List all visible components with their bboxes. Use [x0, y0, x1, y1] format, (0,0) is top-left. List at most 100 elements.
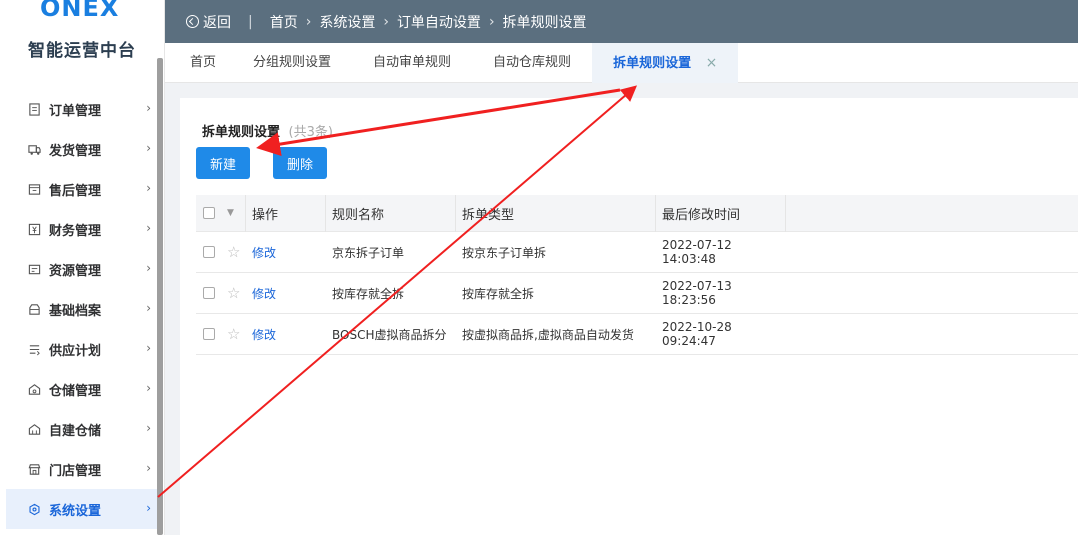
tab-auto-review[interactable]: 自动审单规则 — [352, 43, 472, 83]
sidebar-item-label: 门店管理 — [49, 463, 102, 479]
new-button[interactable]: 新建 — [196, 147, 250, 179]
sidebar-item-finance[interactable]: 财务管理 › — [0, 209, 157, 249]
sidebar-item-self-warehouse[interactable]: 自建仓储 › — [0, 409, 157, 449]
row-select: ☆ — [196, 327, 246, 342]
table-row: ☆ 修改 按库存就全拆 按库存就全拆 2022-07-13 18:23:56 — [196, 273, 1078, 314]
rules-table: ▼ 操作 规则名称 拆单类型 最后修改时间 ☆ 修改 京东拆子订单 按京东子订单… — [196, 194, 1078, 355]
row-time: 2022-10-28 09:24:47 — [662, 320, 732, 348]
row-name: 京东拆子订单 — [332, 245, 405, 260]
delete-button[interactable]: 删除 — [273, 147, 327, 179]
row-time: 2022-07-12 14:03:48 — [662, 238, 732, 266]
resource-icon — [27, 262, 42, 277]
after-sale-icon — [27, 182, 42, 197]
sidebar-item-label: 基础档案 — [49, 303, 102, 319]
row-op: 修改 — [246, 285, 326, 302]
tab-bar: 首页 分组规则设置 自动审单规则 自动仓库规则 拆单规则设置 × — [165, 42, 1078, 83]
header-op: 操作 — [246, 194, 326, 232]
table-row: ☆ 修改 BOSCH虚拟商品拆分 按虚拟商品拆,虚拟商品自动发货 2022-10… — [196, 314, 1078, 355]
row-type: 按京东子订单拆 — [462, 245, 547, 260]
edit-link[interactable]: 修改 — [252, 246, 276, 260]
sidebar-item-shipping[interactable]: 发货管理 › — [0, 129, 157, 169]
sidebar-item-label: 系统设置 — [49, 503, 102, 519]
row-op: 修改 — [246, 326, 326, 343]
star-icon[interactable]: ☆ — [227, 245, 240, 260]
sidebar-item-label: 售后管理 — [49, 183, 102, 199]
document-icon — [27, 102, 42, 117]
chevron-right-icon: › — [146, 181, 151, 195]
sidebar-item-warehouse[interactable]: 仓储管理 › — [0, 369, 157, 409]
self-warehouse-icon — [27, 422, 42, 437]
row-name: 按库存就全拆 — [332, 286, 405, 301]
chevron-right-icon: › — [146, 341, 151, 355]
sidebar-item-resource[interactable]: 资源管理 › — [0, 249, 157, 289]
chevron-right-icon: › — [146, 501, 151, 515]
finance-icon — [27, 222, 42, 237]
row-checkbox[interactable] — [203, 328, 215, 340]
breadcrumb-system-settings[interactable]: 系统设置 — [319, 12, 375, 32]
edit-link[interactable]: 修改 — [252, 287, 276, 301]
sidebar-item-label: 自建仓储 — [49, 423, 102, 439]
star-icon[interactable]: ☆ — [227, 286, 240, 301]
sidebar-item-store[interactable]: 门店管理 › — [0, 449, 157, 489]
chevron-right-icon: › — [146, 381, 151, 395]
row-type: 按虚拟商品拆,虚拟商品自动发货 — [462, 327, 634, 342]
close-icon[interactable]: × — [706, 55, 718, 71]
caret-down-icon[interactable]: ▼ — [227, 208, 234, 218]
row-checkbox[interactable] — [203, 246, 215, 258]
store-icon — [27, 462, 42, 477]
tab-split-rule[interactable]: 拆单规则设置 × — [592, 42, 739, 83]
archive-icon — [27, 302, 42, 317]
logo-brand: ONEX — [40, 0, 120, 22]
breadcrumb-home[interactable]: 首页 — [270, 12, 298, 32]
star-icon[interactable]: ☆ — [227, 327, 240, 342]
header-type: 拆单类型 — [456, 194, 656, 232]
select-all-checkbox[interactable] — [203, 207, 215, 219]
row-name: BOSCH虚拟商品拆分 — [332, 327, 447, 342]
divider: | — [248, 13, 253, 30]
breadcrumb-split-rule: 拆单规则设置 — [502, 14, 587, 31]
header-name: 规则名称 — [326, 194, 456, 232]
sidebar-item-order[interactable]: 订单管理 › — [0, 89, 157, 129]
sidebar-item-after-sale[interactable]: 售后管理 › — [0, 169, 157, 209]
row-time: 2022-07-13 18:23:56 — [662, 279, 732, 307]
row-checkbox[interactable] — [203, 287, 215, 299]
sidebar-item-label: 资源管理 — [49, 263, 102, 279]
breadcrumb-separator: › — [305, 13, 312, 30]
sidebar-item-supply[interactable]: 供应计划 › — [0, 329, 157, 369]
tab-auto-warehouse[interactable]: 自动仓库规则 — [472, 43, 592, 83]
sidebar-item-archive[interactable]: 基础档案 › — [0, 289, 157, 329]
chevron-right-icon: › — [146, 301, 151, 315]
header-time: 最后修改时间 — [656, 194, 786, 232]
supply-icon — [27, 342, 42, 357]
logo: ONEX 智能运营中台 — [0, 0, 165, 61]
sidebar: ONEX 智能运营中台 订单管理 › 发货管理 › 售后管理 › 财务管理 › … — [0, 0, 165, 535]
chevron-right-icon: › — [146, 221, 151, 235]
logo-subtitle: 智能运营中台 — [28, 41, 136, 61]
breadcrumb-separator: › — [488, 13, 495, 30]
table-row: ☆ 修改 京东拆子订单 按京东子订单拆 2022-07-12 14:03:48 — [196, 232, 1078, 273]
header-select: ▼ — [196, 194, 246, 232]
edit-link[interactable]: 修改 — [252, 328, 276, 342]
chevron-right-icon: › — [146, 421, 151, 435]
row-op: 修改 — [246, 244, 326, 261]
row-select: ☆ — [196, 245, 246, 260]
chevron-right-icon: › — [146, 461, 151, 475]
chevron-right-icon: › — [146, 261, 151, 275]
tab-home[interactable]: 首页 — [165, 43, 232, 83]
top-bar: 返回 | 首页 › 系统设置 › 订单自动设置 › 拆单规则设置 — [165, 0, 1078, 43]
back-label: 返回 — [203, 14, 231, 31]
breadcrumb-order-auto[interactable]: 订单自动设置 — [397, 12, 481, 32]
content-card: 拆单规则设置 (共3条) 新建 删除 ▼ 操作 规则名称 拆单类型 最后修改时间… — [180, 98, 1078, 535]
tab-group-rules[interactable]: 分组规则设置 — [232, 43, 352, 83]
sidebar-item-settings[interactable]: 系统设置 › — [6, 489, 157, 529]
truck-icon — [27, 142, 42, 157]
back-button[interactable]: 返回 — [186, 12, 231, 32]
row-select: ☆ — [196, 286, 246, 301]
sidebar-scrollbar[interactable] — [157, 58, 163, 535]
sidebar-menu: 订单管理 › 发货管理 › 售后管理 › 财务管理 › 资源管理 › 基础档案 … — [0, 89, 157, 529]
sidebar-item-label: 仓储管理 — [49, 383, 102, 399]
table-header: ▼ 操作 规则名称 拆单类型 最后修改时间 — [196, 194, 1078, 232]
sidebar-item-label: 订单管理 — [49, 103, 102, 119]
chevron-right-icon: › — [146, 101, 151, 115]
tab-label: 拆单规则设置 — [613, 55, 692, 71]
